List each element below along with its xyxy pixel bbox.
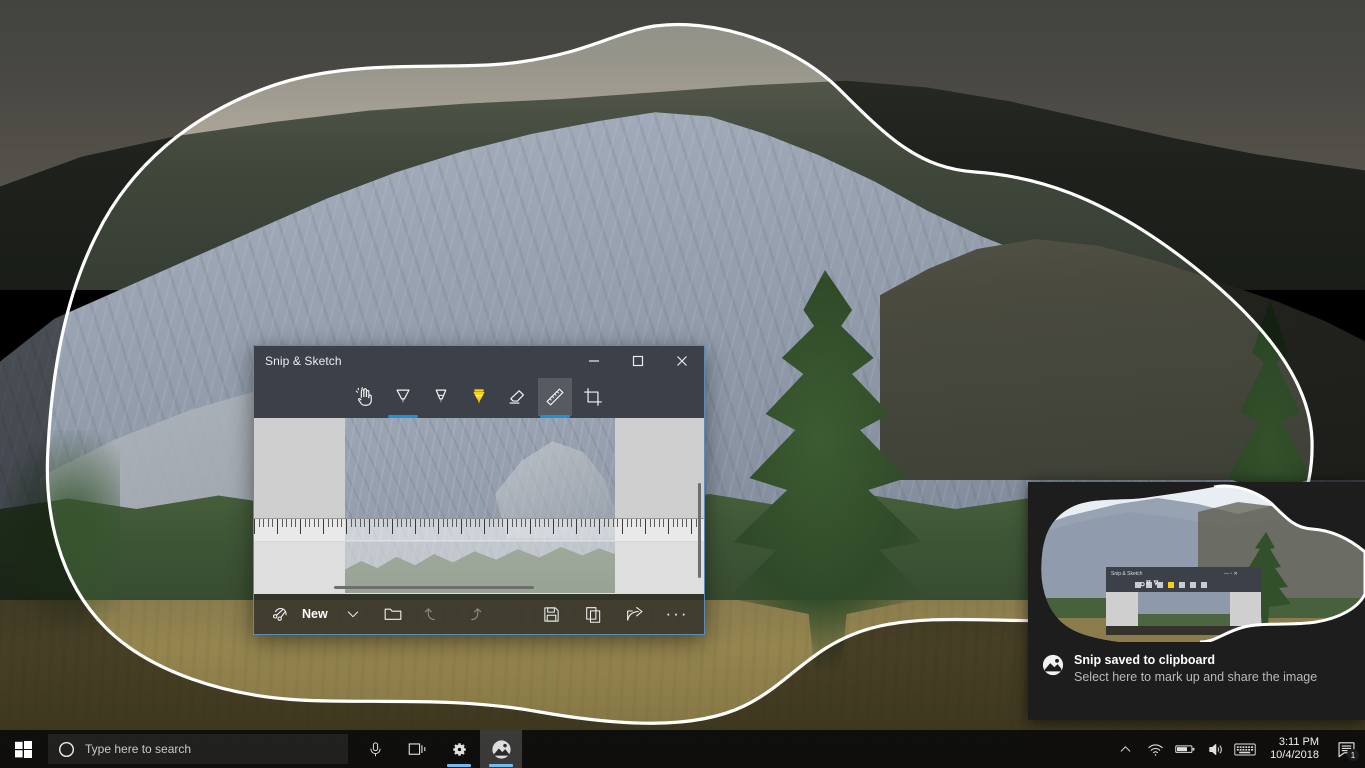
system-tray[interactable]: 3:11 PM 10/4/2018 1 (1110, 730, 1365, 768)
chevron-down-icon[interactable] (336, 598, 370, 630)
search-placeholder: Type here to search (85, 742, 192, 756)
snip-and-sketch-icon[interactable] (480, 730, 522, 768)
volume-icon[interactable] (1200, 730, 1230, 768)
toast-thumbnail: Snip & Sketch — ▫ ✕ (1028, 482, 1365, 642)
highlighter-icon[interactable] (462, 378, 496, 416)
toast-body: Select here to mark up and share the ima… (1074, 670, 1318, 684)
window-bottom-toolbar[interactable]: New ··· (254, 594, 704, 634)
action-center-icon[interactable]: 1 (1329, 730, 1363, 768)
more-ellipsis-icon[interactable]: ··· (660, 598, 694, 630)
search-input[interactable]: Type here to search (48, 734, 348, 764)
taskbar-running-underline (489, 764, 513, 767)
action-center-badge: 1 (1347, 749, 1359, 761)
window-control-group (572, 346, 704, 376)
minimize-button[interactable] (572, 346, 616, 376)
new-snip-label: New (302, 607, 328, 621)
new-snip-icon[interactable] (264, 598, 298, 630)
redo-icon[interactable] (456, 598, 490, 630)
notification-toast[interactable]: Snip & Sketch — ▫ ✕ Snip saved to clipbo… (1028, 482, 1365, 720)
show-hidden-icons-chevron[interactable] (1110, 730, 1140, 768)
snip-and-sketch-window[interactable]: Snip & Sketch New ··· (253, 345, 705, 635)
snip-sketch-icon (1042, 654, 1064, 676)
battery-icon[interactable] (1170, 730, 1200, 768)
ballpoint-pen-icon[interactable] (386, 378, 420, 418)
taskbar[interactable]: Type here to search 3:11 PM 10/4/2018 1 (0, 730, 1365, 768)
canvas-horizontal-scrollbar[interactable] (334, 586, 534, 589)
snipped-image (345, 418, 615, 593)
ruler-icon[interactable] (538, 378, 572, 418)
start-button[interactable] (0, 730, 46, 768)
taskbar-running-underline (447, 764, 471, 767)
undo-icon[interactable] (416, 598, 450, 630)
open-file-icon[interactable] (376, 598, 410, 630)
ink-toolbar[interactable] (254, 376, 704, 418)
touch-keyboard-icon[interactable] (1230, 730, 1260, 768)
toast-text-block[interactable]: Snip saved to clipboard Select here to m… (1028, 644, 1365, 686)
clock-date: 10/4/2018 (1270, 749, 1319, 761)
page-title: Snip & Sketch (265, 354, 342, 368)
snip-canvas[interactable] (254, 418, 704, 594)
new-snip-group[interactable]: New (264, 598, 370, 630)
toast-title: Snip saved to clipboard (1074, 653, 1215, 667)
share-icon[interactable] (618, 598, 652, 630)
cortana-circle-icon (58, 741, 75, 758)
wallpaper-left-tree (0, 430, 120, 630)
wifi-icon[interactable] (1140, 730, 1170, 768)
pencil-icon[interactable] (424, 378, 458, 416)
close-button[interactable] (660, 346, 704, 376)
svg-text:Snip & Sketch: Snip & Sketch (1111, 571, 1143, 577)
maximize-button[interactable] (616, 346, 660, 376)
ruler-overlay[interactable] (254, 518, 704, 542)
save-icon[interactable] (534, 598, 568, 630)
settings-gear-icon[interactable] (438, 730, 480, 768)
touch-writing-icon[interactable] (348, 378, 382, 416)
copy-icon[interactable] (576, 598, 610, 630)
clock-time: 3:11 PM (1278, 736, 1319, 748)
task-view-icon[interactable] (396, 730, 438, 768)
microphone-icon[interactable] (354, 730, 396, 768)
taskbar-clock[interactable]: 3:11 PM 10/4/2018 (1260, 730, 1329, 768)
canvas-vertical-scrollbar[interactable] (698, 483, 701, 578)
eraser-icon[interactable] (500, 378, 534, 416)
svg-text:— ▫ ✕: — ▫ ✕ (1224, 571, 1238, 577)
image-crop-icon[interactable] (576, 378, 610, 416)
window-titlebar[interactable]: Snip & Sketch (254, 346, 704, 376)
desktop[interactable]: Snip & Sketch New ··· Snip & Sketch — ▫ … (0, 0, 1365, 768)
